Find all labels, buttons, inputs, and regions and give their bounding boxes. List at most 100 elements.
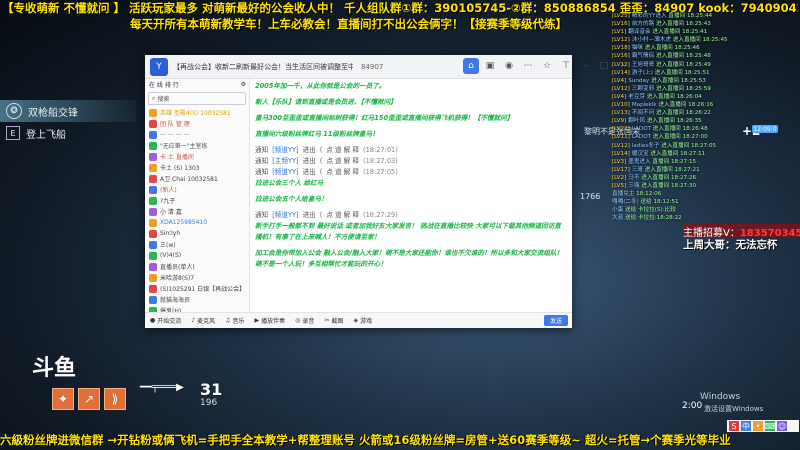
maximize-icon[interactable]: □: [596, 58, 612, 74]
toolbar-item-mic[interactable]: ♪ 麦克风: [186, 316, 220, 325]
app-tray-icon[interactable]: S: [729, 421, 739, 431]
toolbar-item-start[interactable]: ● 开始交流: [145, 316, 186, 325]
member-row[interactable]: 就猫海海员: [145, 294, 249, 305]
send-button[interactable]: 发送: [543, 315, 568, 326]
live-chat-row: 大叔 送给 卡拉拉:18:28:22: [612, 214, 800, 222]
level-badge: [LV14]: [612, 150, 630, 157]
chat-system-line: 通知 [主频YY] 进出（点 道 解 释 (18:27:03): [255, 156, 567, 167]
music-icon: ♫: [225, 317, 231, 324]
mic-icon: ●: [150, 317, 156, 324]
member-name: 英雄 圣殿4(S) 10032581: [160, 110, 231, 117]
member-row[interactable]: (S)1025291 白银【再战公会】: [145, 283, 249, 294]
image-icon[interactable]: ▣: [482, 58, 498, 74]
member-name: 卡 土 直播间: [160, 154, 194, 161]
level-badge: [LV17]: [612, 166, 630, 173]
app-tray-icon[interactable]: •: [753, 421, 763, 431]
level-badge: [LV14]: [612, 69, 630, 76]
user-name[interactable]: [频道YY]: [272, 167, 298, 178]
viewer-name: 墨鬼进入: [628, 158, 653, 165]
viewer-name: Sunday: [628, 77, 651, 84]
viewer-name: 游子(上): [631, 69, 655, 76]
member-row[interactable]: 三(w): [145, 239, 249, 250]
recruit-id: 1835703459: [739, 228, 800, 237]
game-menu-item-board-ship[interactable]: E 登上飞船: [0, 122, 136, 144]
member-row[interactable]: XDA125985410: [145, 217, 249, 228]
member-row[interactable]: 卡 土 直播间: [145, 151, 249, 162]
live-chat-row: 嘎嘎(二冬) 送给 18:12:51: [612, 198, 800, 206]
gamepad-icon[interactable]: ◉: [501, 58, 517, 74]
pin-icon[interactable]: ⊤: [558, 58, 574, 74]
member-avatar-icon: [149, 284, 157, 293]
minimize-icon[interactable]: –: [577, 58, 593, 74]
live-chat-row: [LV12] 三颗变邪 进入直播间 18:25:59: [612, 85, 800, 93]
user-name[interactable]: [频道YY]: [272, 210, 298, 221]
toolbar-item-music[interactable]: ♫ 音乐: [220, 316, 249, 325]
live-chat-text: 进入直播间 18:25:49: [655, 61, 711, 68]
toolbar-item-game[interactable]: ◈ 游戏: [348, 316, 377, 325]
ability-bar: ✦ ↗ ⟫: [52, 388, 126, 410]
member-row[interactable]: (新人): [145, 184, 249, 195]
member-name: 卡土 (S) 1303: [160, 165, 200, 172]
member-avatar-icon: [149, 141, 157, 150]
member-name: (S)1025291 白银【再战公会】: [160, 286, 246, 293]
star-icon[interactable]: ☆: [539, 58, 555, 74]
member-row[interactable]: 米哈游8(S)7: [145, 272, 249, 283]
live-chat-text: 进入直播间 18:25:53: [650, 77, 706, 84]
member-row[interactable]: 英雄 圣殿4(S) 10032581: [145, 107, 249, 118]
mic-icon: ♪: [191, 317, 196, 324]
user-name[interactable]: [主频YY]: [272, 156, 298, 167]
settings-icon[interactable]: ⚙: [241, 81, 246, 88]
member-row[interactable]: (V)4(S): [145, 250, 249, 261]
class-ability-icon: ⟫: [104, 388, 126, 410]
member-row[interactable]: 爆鬼(H): [145, 305, 249, 312]
chat-announcement: 皇马300至歪歪或直播间标树获得！红马150歪歪或直播间获得飞机获得！【不懂就问…: [255, 114, 514, 122]
chat-announcement: 新人【乐队】请到直播或是会员进、【不懂就问】: [255, 98, 397, 106]
member-row[interactable]: Sirclyh: [145, 228, 249, 239]
member-row[interactable]: 直播员(单人): [145, 261, 249, 272]
member-avatar-icon: [149, 108, 157, 117]
recruit-label: 主播招募V：: [683, 228, 740, 237]
home-icon[interactable]: ⌂: [463, 58, 479, 74]
level-badge: [LV12]: [612, 37, 630, 44]
member-name: (V)4(S): [160, 252, 182, 259]
game-menu-item-dual-ship[interactable]: ❂ 双枪船交锋: [0, 100, 136, 122]
user-name[interactable]: [频道YY]: [272, 145, 298, 156]
toolbar-item-screenshot[interactable]: ✂ 截图: [319, 316, 348, 325]
member-avatar-icon: [149, 174, 157, 183]
level-badge: [LV18]: [612, 45, 630, 52]
live-chat-text: 进入直播间 18:25:41: [652, 29, 708, 36]
ammo-magazine: 31: [200, 380, 223, 399]
live-chat-text: 进入直播间 18:26:04: [646, 93, 702, 100]
app-tray-icon[interactable]: 中: [741, 421, 751, 431]
member-row[interactable]: A卫 Chai 10032581: [145, 173, 249, 184]
level-badge: [LV4]: [612, 77, 627, 84]
live-chat-row: [LV25] 精彩的YY进入 直播间 18:25:44: [612, 12, 800, 20]
more-icon[interactable]: ⋯: [520, 58, 536, 74]
level-badge: [LV25]: [612, 13, 630, 19]
member-row[interactable]: "无应第一"主室练: [145, 140, 249, 151]
level-badge: [LV11]: [612, 134, 630, 141]
member-row[interactable]: 小 清 嘉: [145, 206, 249, 217]
level-badge: [LV16]: [612, 21, 630, 28]
toolbar-item-record[interactable]: ◎ 录音: [290, 316, 319, 325]
live-chat-text: 进入直播间 18:26:35: [646, 118, 702, 125]
viewer-name: Mapleklk: [631, 102, 659, 109]
viewer-name: 不闻不问: [631, 110, 656, 117]
toolbar-item-accompany[interactable]: ▶ 播放伴奏: [250, 316, 291, 325]
game-menu-item-label: 双枪船交锋: [28, 107, 78, 119]
channel-id: 84907: [361, 62, 384, 71]
toolbar-label: 播放伴奏: [261, 318, 286, 325]
member-row[interactable]: 卡土 (S) 1303: [145, 162, 249, 173]
last-week-top-fan: 上周大哥：无法忘怀: [683, 239, 778, 251]
search-icon: ⌕: [152, 94, 156, 102]
level-badge: [LV10]: [612, 102, 630, 109]
app-tray-icon[interactable]: ☺: [777, 421, 787, 431]
live-chat-row: [LV12] ladies冬子 进入直播间 18:27:05: [612, 142, 800, 150]
member-row[interactable]: ?九子: [145, 195, 249, 206]
member-row[interactable]: 一 一 一 一: [145, 129, 249, 140]
member-row[interactable]: 团 队 管 理: [145, 118, 249, 129]
member-search-input[interactable]: ⌕ 搜索: [148, 92, 246, 105]
app-tray-icon[interactable]: ⌨: [764, 421, 776, 431]
member-avatar-icon: [149, 163, 157, 172]
member-avatar-icon: [149, 207, 157, 216]
